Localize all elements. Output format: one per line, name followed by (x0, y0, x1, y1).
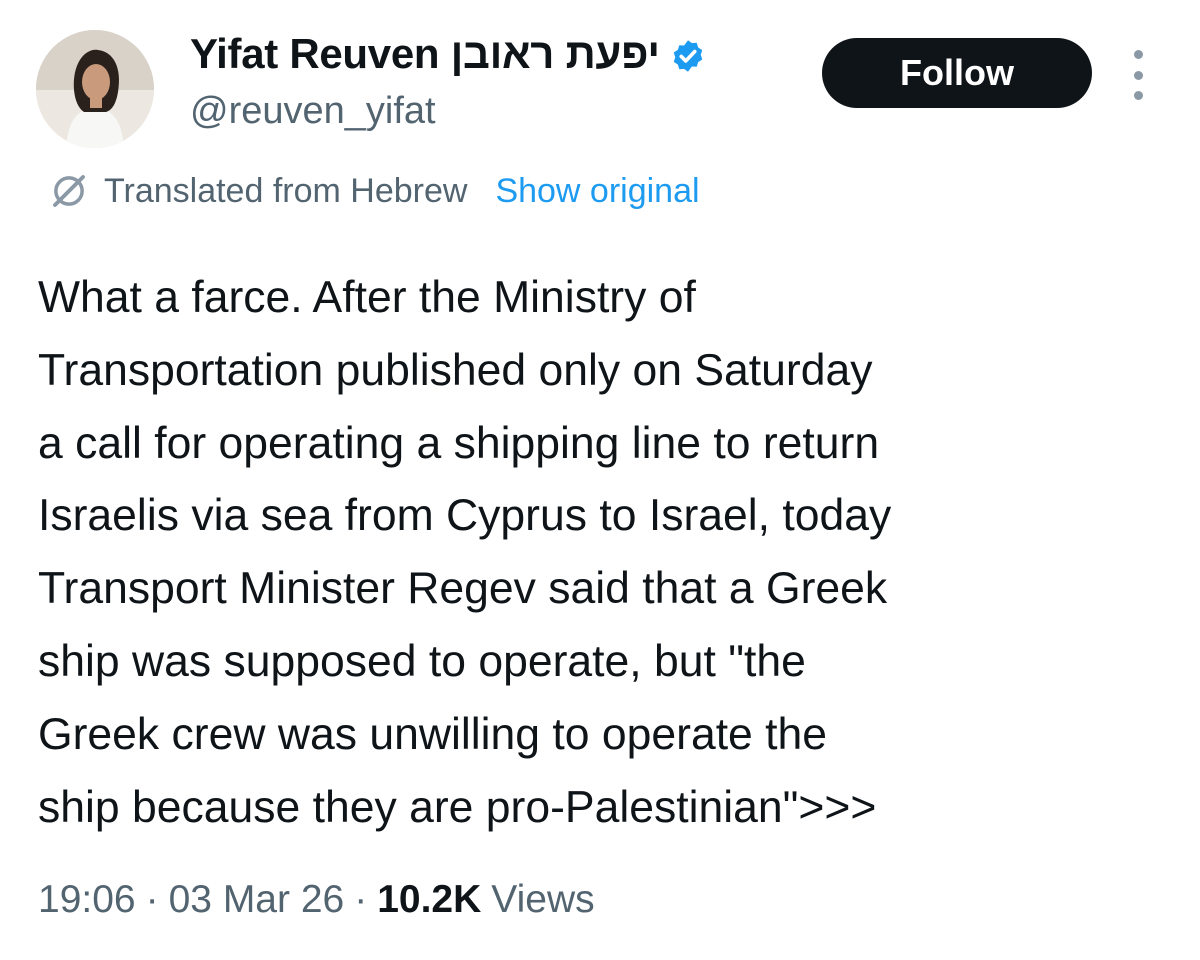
translate-icon (53, 175, 85, 207)
verified-badge-icon (670, 36, 706, 72)
meta-separator: · (145, 878, 159, 921)
author-name-text[interactable]: Yifat Reuven יפעת ראובן (190, 30, 660, 78)
tweet-time[interactable]: 19:06 (38, 878, 136, 922)
profile-photo (36, 30, 154, 148)
translation-bar: Translated from Hebrew Show original (48, 170, 700, 212)
translated-from-label: Translated from Hebrew (104, 171, 468, 210)
author-display-name[interactable]: Yifat Reuven יפעת ראובן (190, 30, 706, 78)
more-vertical-icon[interactable] (1126, 50, 1150, 100)
author-handle[interactable]: @reuven_yifat (190, 90, 436, 133)
follow-button[interactable]: Follow (822, 38, 1092, 108)
show-original-link[interactable]: Show original (495, 172, 699, 211)
meta-separator: · (354, 878, 368, 921)
views-label[interactable]: Views (491, 878, 594, 922)
tweet-meta: 19:06 · 03 Mar 26 · 10.2K Views (38, 878, 595, 922)
avatar[interactable] (36, 30, 154, 148)
views-count[interactable]: 10.2K (377, 878, 481, 922)
tweet-date[interactable]: 03 Mar 26 (169, 878, 345, 922)
tweet-text: What a farce. After the Ministry of Tran… (38, 273, 892, 832)
